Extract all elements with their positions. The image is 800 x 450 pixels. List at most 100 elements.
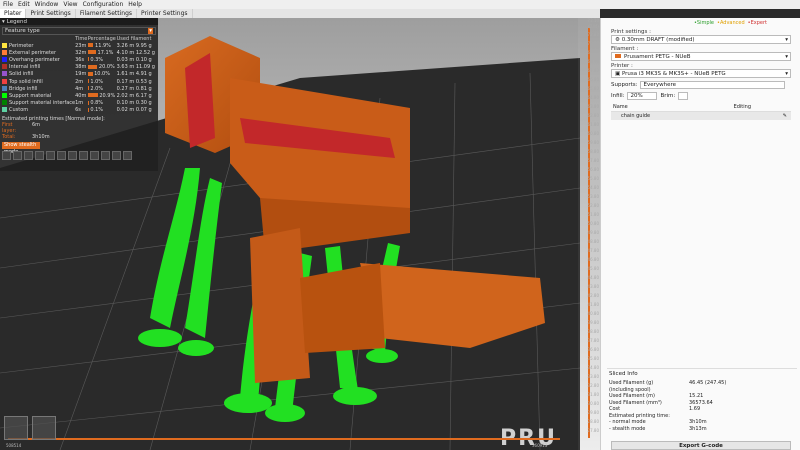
legend-item-length: 0.17 m	[116, 78, 135, 85]
legend-item-label: Internal infill	[9, 64, 41, 71]
pause-icon[interactable]	[79, 150, 88, 160]
move-slider-rail[interactable]	[8, 438, 560, 440]
legend-item-weight: 12.52 g	[135, 49, 155, 56]
legend-row[interactable]: Support material 40m 20.9% 2.02 m 6.17 g	[2, 92, 156, 99]
filament-combo[interactable]: Prusament PETG - NUeB ▾	[611, 52, 791, 61]
legend-item-pct: 11.9%	[95, 42, 111, 49]
view-3d-icon[interactable]	[4, 416, 28, 440]
menu-file[interactable]: File	[3, 1, 13, 8]
menu-window[interactable]: Window	[35, 1, 59, 8]
seams-icon[interactable]	[46, 150, 55, 160]
custom-gcode-icon[interactable]	[90, 150, 99, 160]
legend-row[interactable]: Internal infill 38m 20.0% 3.63 m 11.09 g	[2, 64, 156, 71]
color-swatch	[2, 64, 7, 70]
legend-item-length: 0.03 m	[116, 56, 135, 63]
view-type-value: Feature type	[5, 28, 40, 34]
tab-plater[interactable]: Plater	[0, 9, 27, 18]
edit-icon[interactable]: ✎	[783, 113, 787, 119]
mode-advanced[interactable]: •Advanced	[717, 20, 745, 26]
legend-item-used: 0.03 m 0.10 g	[117, 56, 156, 63]
legend-row[interactable]: Top solid infill 2m 1.0% 0.17 m 0.53 g	[2, 78, 156, 85]
legend-item-label: Support material	[9, 92, 52, 99]
legend-item-percentage: 10.0%	[87, 71, 117, 78]
printer-combo[interactable]: ▣ Prusa i3 MK3S & MK3S+ - NUeB PETG ▾	[611, 69, 791, 78]
layer-slider-tick: 36.80	[587, 347, 599, 352]
legend-row[interactable]: Solid infill 19m 10.0% 1.61 m 4.91 g	[2, 71, 156, 78]
layer-slider[interactable]: 73.10 (244) 72.80 70.80 69.80 68.90 67.80 66.…	[578, 18, 600, 450]
legend-header[interactable]: ▾ Legend	[0, 18, 158, 25]
legend-item-weight: 0.81 g	[135, 85, 152, 92]
legend-row[interactable]: Custom 6s 0.1% 0.02 m 0.07 g	[2, 107, 156, 114]
color-changes-icon[interactable]	[68, 150, 77, 160]
move-slider-right-value: 360913	[532, 443, 548, 448]
supports-select[interactable]: Everywhere	[640, 81, 786, 89]
legend-row[interactable]: Overhang perimeter 36s 0.3% 0.03 m 0.10 g	[2, 56, 156, 63]
col-editing: Editing	[733, 104, 751, 110]
menu-help[interactable]: Help	[128, 1, 142, 8]
legend-item-length: 3.63 m	[116, 64, 135, 71]
legend-table: Time Percentage Used filament Perimeter 2…	[2, 36, 156, 114]
tab-print-settings[interactable]: Print Settings	[26, 9, 76, 18]
chevron-down-icon: ▾	[148, 28, 153, 34]
move-slider[interactable]: 508514 360913	[2, 436, 577, 449]
legend-item-weight: 0.53 g	[135, 78, 152, 85]
legend-row[interactable]: External perimeter 32m 17.1% 4.10 m 12.52 …	[2, 49, 156, 56]
collapse-triangle-icon[interactable]: ▾	[2, 19, 5, 25]
sliced-info-row: - stealth mode 3h13m	[609, 426, 797, 433]
layer-slider-tick: 32.80	[587, 383, 599, 388]
legend-row[interactable]: Support material interface 1m 0.8% 0.10 m …	[2, 100, 156, 107]
view-type-select[interactable]: Feature type ▾	[2, 27, 156, 35]
percentage-bar	[87, 43, 94, 48]
shells-icon[interactable]	[112, 150, 121, 160]
object-list-item[interactable]: chain guide ✎	[611, 112, 791, 120]
infill-label: Infill:	[611, 93, 625, 99]
show-stealth-mode-button[interactable]: Show stealth mode	[2, 141, 40, 155]
view-layers-icon[interactable]	[32, 416, 56, 440]
legend-row[interactable]: Bridge infill 4m 2.0% 0.27 m 0.81 g	[2, 85, 156, 92]
legend-item-weight: 9.95 g	[135, 42, 152, 49]
legend-item-length: 4.10 m	[116, 49, 135, 56]
move-slider-left-value: 508514	[6, 443, 22, 448]
sliced-info-key: - stealth mode	[609, 425, 646, 432]
layer-slider-tick: 51.80	[587, 212, 599, 217]
center-of-gravity-icon[interactable]	[101, 150, 110, 160]
export-gcode-button[interactable]: Export G-code	[611, 441, 791, 450]
legend-item-label: Bridge infill	[9, 85, 38, 92]
filament-value: Prusament PETG - NUeB	[624, 53, 691, 60]
3d-viewport[interactable]: ▾ Legend Feature type ▾ Time Percentage Us…	[0, 18, 600, 450]
legend-item-name: Support material interface	[2, 100, 75, 107]
mode-expert[interactable]: •Expert	[748, 20, 767, 26]
percentage-bar	[87, 79, 89, 84]
menu-view[interactable]: View	[63, 1, 77, 8]
first-layer-label: First layer:	[2, 121, 17, 134]
infill-select[interactable]: 20%	[627, 92, 658, 100]
legend-item-length: 0.10 m	[116, 100, 135, 107]
brim-checkbox[interactable]	[678, 92, 689, 100]
legend-item-used: 3.63 m 11.09 g	[117, 64, 156, 71]
wipe-icon[interactable]	[13, 150, 22, 160]
layer-slider-tick: 53.80	[587, 194, 599, 199]
deretractions-icon[interactable]	[35, 150, 44, 160]
layer-slider-tick: 35.80	[587, 356, 599, 361]
legend-item-pct: 2.0%	[90, 85, 104, 92]
layer-slider-tick: 68.90	[587, 59, 599, 64]
legend-item-percentage: 0.1%	[87, 107, 117, 114]
legend-row[interactable]: Perimeter 23m 11.9% 3.26 m 9.95 g	[2, 42, 156, 49]
mode-simple[interactable]: •Simple	[694, 20, 714, 26]
layer-slider-tick: 42.80	[587, 293, 599, 298]
supports-row: Supports: Everywhere	[611, 81, 800, 89]
retractions-icon[interactable]	[24, 150, 33, 160]
menu-edit[interactable]: Edit	[18, 1, 30, 8]
tool-changes-icon[interactable]	[57, 150, 66, 160]
menu-configuration[interactable]: Configuration	[83, 1, 124, 8]
legend-item-length: 1.61 m	[116, 71, 135, 78]
travel-icon[interactable]	[2, 150, 11, 160]
layer-slider-tick: 65.80	[587, 86, 599, 91]
tab-printer-settings[interactable]: Printer Settings	[137, 9, 193, 18]
print-settings-combo[interactable]: ⚙ 0.30mm DRAFT (modified) ▾	[611, 35, 791, 44]
tool-marker-icon[interactable]	[123, 150, 132, 160]
color-swatch	[2, 100, 7, 106]
color-swatch	[2, 92, 7, 98]
tab-filament-settings[interactable]: Filament Settings	[76, 9, 138, 18]
layer-slider-tick: 66.80	[587, 77, 599, 82]
